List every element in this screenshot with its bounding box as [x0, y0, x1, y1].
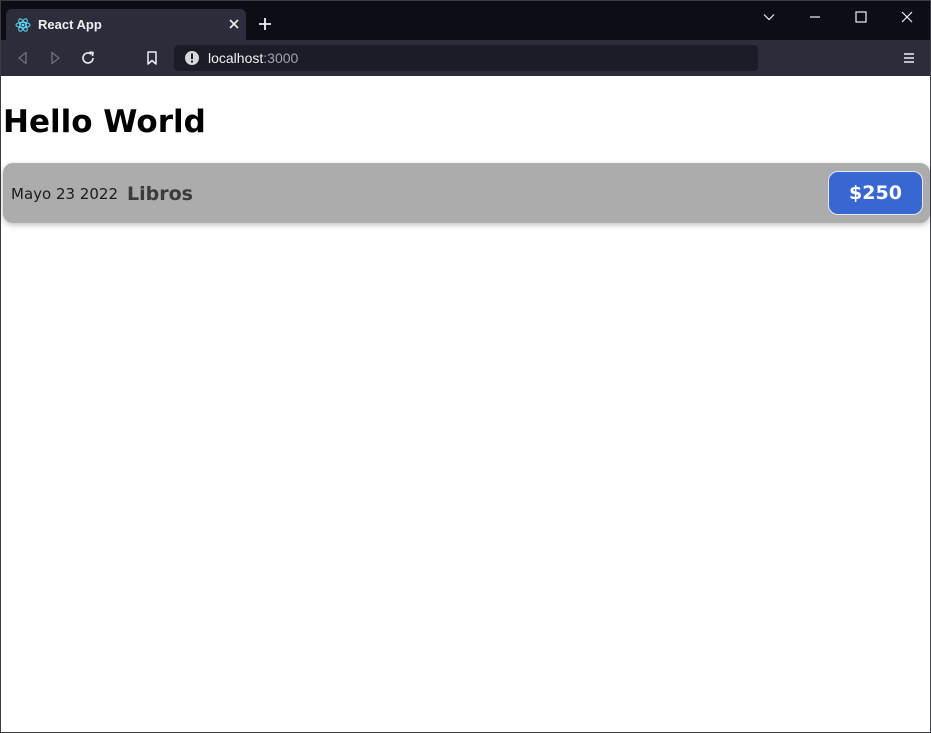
address-bar[interactable]: localhost:3000	[174, 45, 758, 71]
bookmark-icon[interactable]	[144, 50, 160, 66]
page-content: Hello World Mayo 23 2022 Libros $250	[1, 76, 930, 732]
page-heading: Hello World	[3, 104, 206, 140]
react-logo-icon	[15, 18, 31, 32]
back-arrow-icon[interactable]	[15, 50, 31, 66]
browser-tab[interactable]: React App	[6, 9, 246, 40]
expense-price: $250	[828, 171, 923, 215]
maximize-icon[interactable]	[853, 9, 869, 25]
info-icon[interactable]	[184, 50, 200, 66]
navigation-toolbar: localhost:3000	[1, 40, 930, 76]
minimize-icon[interactable]	[807, 9, 823, 25]
expense-item: Mayo 23 2022 Libros $250	[3, 163, 930, 223]
title-bar: React App	[1, 1, 930, 40]
url-text[interactable]: localhost:3000	[208, 50, 298, 66]
forward-arrow-icon[interactable]	[47, 50, 63, 66]
close-window-icon[interactable]	[899, 9, 915, 25]
tab-title: React App	[38, 17, 102, 32]
expense-title: Libros	[127, 183, 193, 205]
url-port: :3000	[263, 50, 299, 66]
chevron-down-icon[interactable]	[761, 9, 777, 25]
tab-close-icon[interactable]	[226, 16, 242, 32]
expense-date: Mayo 23 2022	[11, 185, 118, 203]
url-host: localhost	[208, 50, 264, 66]
hamburger-menu-icon[interactable]	[901, 50, 917, 66]
browser-window: React App localhost:3000 Hello World May…	[0, 0, 931, 733]
new-tab-plus-icon[interactable]	[257, 16, 273, 32]
reload-icon[interactable]	[80, 50, 96, 66]
